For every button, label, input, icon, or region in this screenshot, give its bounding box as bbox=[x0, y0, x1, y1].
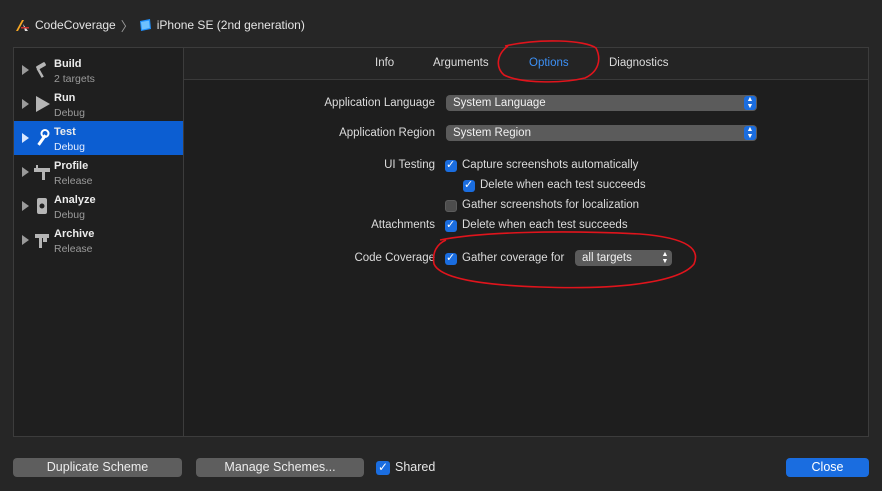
breadcrumb-project[interactable]: CodeCoverage bbox=[35, 18, 116, 32]
tab-bar: Info Arguments Options Diagnostics bbox=[184, 48, 868, 80]
sidebar-item-title: Run bbox=[54, 92, 76, 104]
disclosure-triangle-icon[interactable] bbox=[22, 235, 29, 245]
sidebar-item-subtitle: Debug bbox=[54, 141, 85, 153]
app-language-label: Application Language bbox=[324, 97, 435, 109]
code-coverage-label: Code Coverage bbox=[354, 252, 435, 264]
disclosure-triangle-icon[interactable] bbox=[22, 167, 29, 177]
sidebar-item-test[interactable]: Test Debug bbox=[14, 121, 184, 155]
test-options-panel: Info Arguments Options Diagnostics Appli… bbox=[183, 47, 869, 437]
gather-coverage-label: Gather coverage for bbox=[462, 252, 565, 264]
hammer-icon bbox=[36, 62, 46, 78]
coverage-targets-popup[interactable]: all targets ▲ ▼ bbox=[575, 250, 672, 266]
app-language-popup[interactable]: System Language ▲ ▼ bbox=[446, 95, 757, 111]
tab-arguments[interactable]: Arguments bbox=[433, 57, 489, 69]
attachments-delete-label: Delete when each test succeeds bbox=[462, 219, 628, 231]
app-region-label: Application Region bbox=[339, 127, 435, 139]
tab-diagnostics[interactable]: Diagnostics bbox=[609, 57, 668, 69]
attachments-delete-checkbox[interactable] bbox=[445, 218, 457, 232]
delete-when-succeeds-checkbox[interactable] bbox=[463, 178, 475, 192]
breadcrumb: CodeCoverage 〉 iPhone SE (2nd generation… bbox=[14, 16, 305, 34]
shared-checkbox[interactable] bbox=[376, 460, 390, 475]
capture-screenshots-label: Capture screenshots automatically bbox=[462, 159, 639, 171]
tab-options[interactable]: Options bbox=[529, 57, 569, 69]
updown-arrows-icon: ▲ ▼ bbox=[744, 126, 756, 140]
chevron-right-icon: 〉 bbox=[120, 18, 134, 34]
duplicate-scheme-button[interactable]: Duplicate Scheme bbox=[13, 458, 182, 477]
tab-info[interactable]: Info bbox=[375, 57, 394, 69]
coverage-targets-value: all targets bbox=[582, 252, 632, 264]
scheme-action-sidebar: Build 2 targets Run Debug Test Debug Pro… bbox=[13, 47, 184, 437]
sidebar-item-subtitle: Debug bbox=[54, 209, 85, 221]
sidebar-item-title: Test bbox=[54, 126, 76, 138]
sidebar-item-run[interactable]: Run Debug bbox=[14, 87, 184, 121]
sidebar-item-profile[interactable]: Profile Release bbox=[14, 155, 184, 189]
sidebar-item-subtitle: Release bbox=[54, 243, 93, 255]
gather-localization-checkbox[interactable] bbox=[445, 200, 457, 212]
app-region-value: System Region bbox=[453, 127, 531, 139]
sidebar-item-analyze[interactable]: Analyze Debug bbox=[14, 189, 184, 223]
sidebar-item-archive[interactable]: Archive Release bbox=[14, 223, 184, 257]
disclosure-triangle-icon[interactable] bbox=[22, 201, 29, 211]
sidebar-item-title: Profile bbox=[54, 160, 89, 172]
instruments-icon bbox=[34, 165, 50, 180]
ui-testing-label: UI Testing bbox=[384, 159, 435, 171]
disclosure-triangle-icon[interactable] bbox=[22, 133, 29, 143]
app-language-value: System Language bbox=[453, 97, 546, 109]
manage-schemes-button[interactable]: Manage Schemes... bbox=[196, 458, 364, 477]
updown-arrows-icon: ▲ ▼ bbox=[744, 96, 756, 110]
app-region-popup[interactable]: System Region ▲ ▼ bbox=[446, 125, 757, 141]
gather-coverage-checkbox[interactable] bbox=[445, 251, 457, 265]
xcode-app-icon bbox=[16, 20, 29, 31]
phone-icon bbox=[139, 19, 151, 31]
attachments-label: Attachments bbox=[371, 219, 435, 231]
breadcrumb-device[interactable]: iPhone SE (2nd generation) bbox=[157, 18, 305, 32]
close-button[interactable]: Close bbox=[786, 458, 869, 477]
updown-arrows-icon: ▲ ▼ bbox=[661, 251, 669, 265]
sidebar-item-subtitle: Release bbox=[54, 175, 93, 187]
play-icon bbox=[36, 96, 50, 112]
gather-localization-label: Gather screenshots for localization bbox=[462, 199, 640, 211]
shared-label: Shared bbox=[395, 460, 436, 474]
sidebar-item-title: Build bbox=[54, 58, 82, 70]
delete-when-succeeds-label: Delete when each test succeeds bbox=[480, 179, 646, 191]
sidebar-item-build[interactable]: Build 2 targets bbox=[14, 53, 184, 87]
disclosure-triangle-icon[interactable] bbox=[22, 65, 29, 75]
sidebar-item-title: Archive bbox=[54, 228, 95, 240]
sidebar-item-subtitle: 2 targets bbox=[54, 73, 95, 85]
sidebar-item-title: Analyze bbox=[54, 194, 96, 206]
disclosure-triangle-icon[interactable] bbox=[22, 99, 29, 109]
analyze-icon bbox=[37, 198, 47, 214]
capture-screenshots-checkbox[interactable] bbox=[445, 158, 457, 172]
sidebar-item-subtitle: Debug bbox=[54, 107, 85, 119]
archive-icon bbox=[35, 234, 49, 248]
wrench-icon bbox=[37, 129, 50, 146]
